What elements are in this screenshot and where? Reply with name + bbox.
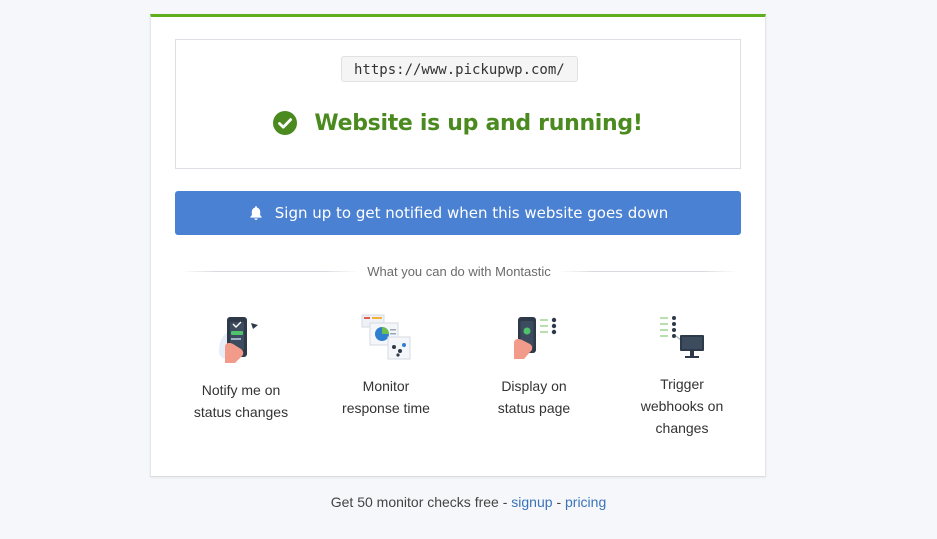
phone-notify-icon bbox=[219, 317, 258, 363]
footer-text: Get 50 monitor checks free - bbox=[330, 494, 508, 510]
feature-status-page: Display on status page bbox=[468, 311, 600, 419]
footer-separator: - bbox=[556, 494, 562, 510]
status-line: Website is up and running! bbox=[176, 106, 740, 140]
check-circle-icon bbox=[273, 111, 298, 135]
pricing-link[interactable]: pricing bbox=[565, 494, 606, 510]
feature-webhooks: Trigger webhooks on changes bbox=[616, 311, 748, 439]
divider-line-right bbox=[558, 270, 737, 272]
section-divider: What you can do with Montastic bbox=[181, 261, 737, 281]
response-chart-icon bbox=[361, 314, 411, 360]
feature-status-page-label: Display on status page bbox=[497, 378, 571, 416]
divider-line-left bbox=[181, 270, 360, 272]
footer: Get 50 monitor checks free - signup - pr… bbox=[0, 494, 937, 510]
feature-notify: Notify me on status changes bbox=[175, 311, 307, 423]
website-url: https://www.pickupwp.com/ bbox=[341, 56, 578, 82]
webhook-monitor-icon bbox=[660, 316, 704, 358]
status-page-icon bbox=[514, 317, 557, 359]
signup-link[interactable]: signup bbox=[511, 494, 552, 510]
notify-button-label: Sign up to get notified when this websit… bbox=[274, 204, 669, 222]
feature-webhooks-label: Trigger webhooks on changes bbox=[640, 376, 724, 436]
feature-notify-label: Notify me on status changes bbox=[193, 382, 289, 420]
status-panel: https://www.pickupwp.com/ Website is up … bbox=[175, 39, 741, 169]
status-message: Website is up and running! bbox=[314, 110, 643, 136]
features-row: Notify me on status changes Monitor resp… bbox=[175, 311, 741, 461]
feature-response-time-label: Monitor response time bbox=[342, 378, 430, 416]
notify-signup-button[interactable]: Sign up to get notified when this websit… bbox=[175, 191, 741, 235]
divider-label: What you can do with Montastic bbox=[367, 263, 551, 279]
status-card: https://www.pickupwp.com/ Website is up … bbox=[150, 14, 766, 477]
bell-icon bbox=[250, 206, 262, 220]
feature-response-time: Monitor response time bbox=[320, 311, 452, 419]
